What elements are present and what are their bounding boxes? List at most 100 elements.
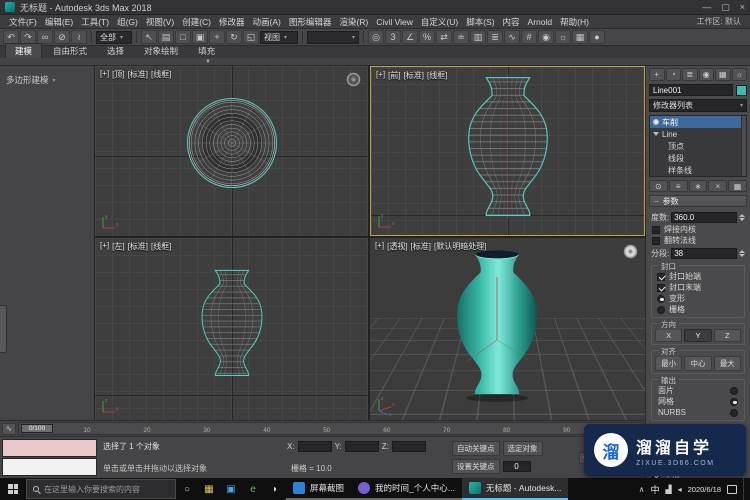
viewport-left[interactable]: [+][左][标准][线框] y — [95, 238, 368, 420]
motion-tab[interactable]: ◉ — [699, 68, 715, 81]
chat-icon[interactable]: ◗ — [264, 484, 286, 495]
menu-item[interactable]: 文件(F) — [5, 16, 41, 28]
layer-manager-icon[interactable]: ≣ — [487, 30, 503, 44]
mirror-icon[interactable]: ⇄ — [436, 30, 452, 44]
menu-item[interactable]: 自定义(U) — [417, 16, 462, 28]
morph-radio[interactable] — [657, 295, 665, 303]
close-button[interactable]: × — [740, 2, 745, 13]
viewport-front[interactable]: [+][前][标准][线框] — [370, 66, 645, 236]
steering-wheel-icon[interactable] — [346, 72, 361, 87]
ime-indicator[interactable]: 中 — [650, 483, 659, 496]
redo-icon[interactable]: ↷ — [20, 30, 36, 44]
viewport-label-token[interactable]: [顶] — [112, 69, 124, 80]
hierarchy-tab[interactable]: ≣ — [682, 68, 698, 81]
menu-item[interactable]: 动画(A) — [249, 16, 285, 28]
cap-end-checkbox[interactable] — [657, 284, 665, 292]
display-tab[interactable]: ▦ — [715, 68, 731, 81]
viewport-label-token[interactable]: [标准] — [128, 69, 148, 80]
network-icon[interactable]: ▟ — [665, 485, 671, 494]
taskbar-app-browser[interactable]: 我的时间_个人中心... — [351, 478, 462, 500]
named-selection-set-combo[interactable]: ▾ — [307, 31, 359, 44]
grid-radio[interactable] — [657, 306, 665, 314]
x-coordinate-field[interactable] — [298, 441, 332, 452]
select-move-icon[interactable]: + — [209, 30, 225, 44]
menu-item[interactable]: 组(G) — [113, 16, 142, 28]
stack-item-lathe[interactable]: 车削 — [650, 116, 746, 128]
select-by-name-icon[interactable]: ▤ — [158, 30, 174, 44]
set-key-button[interactable]: 设置关键点 — [452, 459, 500, 474]
menu-item[interactable]: 渲染(R) — [335, 16, 372, 28]
parameters-rollout-header[interactable]: − 参数 — [649, 195, 747, 207]
material-editor-icon[interactable]: ◉ — [538, 30, 554, 44]
segments-spinner[interactable] — [739, 250, 745, 257]
viewport-label-token[interactable]: [标准] — [411, 241, 431, 252]
direction-z-button[interactable]: Z — [714, 329, 741, 342]
menu-item[interactable]: 修改器 — [215, 16, 249, 28]
configure-modifier-sets-icon[interactable]: ▦ — [728, 180, 747, 192]
cortana-icon[interactable]: ○ — [176, 484, 198, 495]
select-link-icon[interactable]: ∞ — [37, 30, 53, 44]
viewport-label-token[interactable]: [线框] — [427, 70, 447, 81]
viewport-label-token[interactable]: [左] — [112, 241, 124, 252]
steering-wheel-icon[interactable] — [623, 244, 638, 259]
visibility-bulb-icon[interactable] — [653, 119, 659, 125]
curve-editor-icon[interactable]: ∿ — [504, 30, 520, 44]
select-rotate-icon[interactable]: ↻ — [226, 30, 242, 44]
pin-stack-icon[interactable]: ⊙ — [649, 180, 668, 192]
task-view-icon[interactable]: ▦ — [198, 484, 220, 495]
modifier-stack[interactable]: 车削 Line 顶点 线段 样条线 — [649, 115, 747, 177]
viewport-layout-tab-bar[interactable] — [0, 305, 7, 353]
time-slider[interactable]: 0/100 0102030405060708090100 — [18, 422, 643, 435]
unlink-selection-icon[interactable]: ⊘ — [54, 30, 70, 44]
bind-spacewarp-icon[interactable]: ≀ — [71, 30, 87, 44]
selection-region-icon[interactable]: □ — [175, 30, 191, 44]
snap-3d-icon[interactable]: 3 — [385, 30, 401, 44]
auto-key-button[interactable]: 自动关键点 — [452, 441, 500, 456]
workspace-selector[interactable]: 工作区: 默认 — [697, 16, 745, 27]
selection-filter-combo[interactable]: 全部 ▾ — [96, 31, 132, 44]
z-coordinate-field[interactable] — [392, 441, 426, 452]
menu-item[interactable]: 编辑(E) — [41, 16, 77, 28]
object-name-field[interactable]: Line001 — [649, 84, 733, 96]
direction-x-button[interactable]: X — [655, 329, 682, 342]
make-unique-icon[interactable]: ∗ — [689, 180, 708, 192]
weld-core-checkbox[interactable] — [652, 226, 660, 234]
time-slider-handle[interactable]: 0/100 — [21, 424, 53, 433]
reference-coordinate-combo[interactable]: 视图 ▾ — [260, 31, 298, 44]
menu-item[interactable]: 脚本(S) — [462, 16, 498, 28]
viewport-top[interactable]: [+][顶][标准][线框] — [95, 66, 368, 236]
taskbar-search[interactable]: 在这里输入你要搜索的内容 — [26, 479, 176, 499]
start-button[interactable] — [0, 478, 26, 500]
polygon-modeling-panel-label[interactable]: 多边形建模 — [6, 74, 49, 86]
hidden-icons-chevron[interactable]: ∧ — [639, 485, 645, 494]
window-crossing-icon[interactable]: ▣ — [192, 30, 208, 44]
menu-item[interactable]: 工具(T) — [77, 16, 113, 28]
taskbar-app-3dsmax[interactable]: 无标题 - Autodesk... — [462, 478, 569, 500]
flip-normals-checkbox[interactable] — [652, 237, 660, 245]
maximize-button[interactable]: ▢ — [721, 2, 730, 13]
create-tab[interactable]: + — [649, 68, 665, 81]
menu-item[interactable]: Civil View — [372, 17, 417, 27]
ribbon-tab-populate[interactable]: 填充 — [189, 44, 224, 58]
menu-item[interactable]: 帮助(H) — [556, 16, 593, 28]
viewport-label-token[interactable]: [前] — [388, 70, 400, 81]
edge-browser-icon[interactable]: e — [242, 484, 264, 495]
viewport-label-token[interactable]: [+] — [100, 241, 109, 252]
object-color-swatch[interactable] — [736, 85, 747, 96]
file-explorer-icon[interactable]: ▣ — [220, 484, 242, 495]
align-icon[interactable]: ≐ — [453, 30, 469, 44]
vase-wireframe-left[interactable] — [188, 266, 275, 382]
output-nurbs-radio[interactable] — [730, 409, 738, 417]
viewport-label-token[interactable]: [线框] — [151, 241, 171, 252]
volume-icon[interactable]: ◂ — [678, 485, 682, 494]
ribbon-tab-object-paint[interactable]: 对象绘制 — [135, 44, 187, 58]
taskbar-app-screenshot[interactable]: 屏幕截图 — [286, 478, 351, 500]
viewport-label-token[interactable]: [标准] — [404, 70, 424, 81]
selected-only-button[interactable]: 选定对象 — [503, 441, 543, 456]
menu-item[interactable]: 内容 — [499, 16, 524, 28]
select-object-icon[interactable]: ↖ — [141, 30, 157, 44]
ribbon-collapse-button[interactable]: ▼ — [205, 58, 211, 66]
action-center-icon[interactable] — [727, 485, 737, 494]
vase-shaded[interactable] — [439, 248, 555, 403]
vase-wireframe-top[interactable] — [181, 92, 283, 194]
